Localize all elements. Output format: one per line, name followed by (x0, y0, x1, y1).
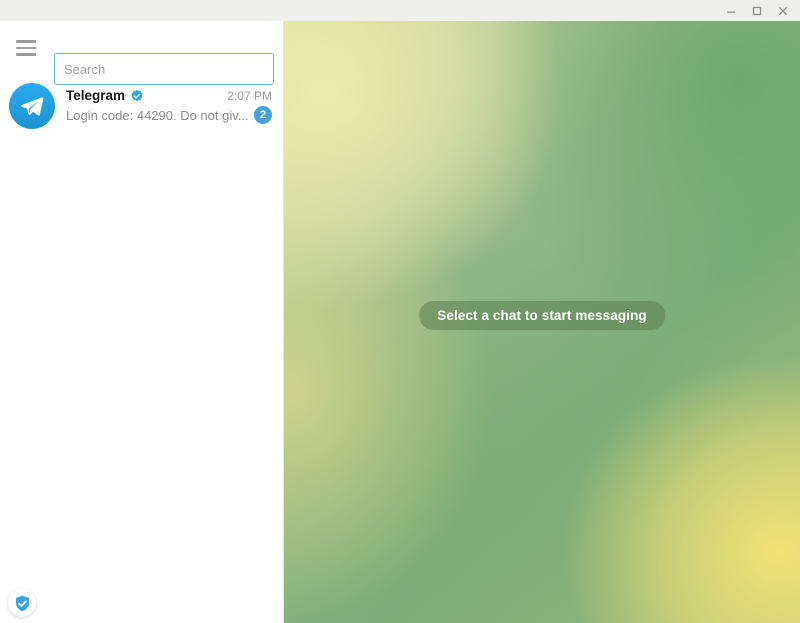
chat-name: Telegram (66, 88, 126, 103)
chat-pane: Select a chat to start messaging (284, 21, 800, 623)
hamburger-icon[interactable] (6, 28, 46, 68)
chat-timestamp: 2:07 PM (227, 88, 272, 103)
telegram-paper-plane-icon (19, 93, 45, 119)
telegram-window: Telegram (0, 0, 800, 623)
close-button[interactable] (770, 1, 796, 20)
chat-item-content: Telegram 2:07 PM Login code: 44290. Do n… (66, 88, 272, 124)
maximize-button[interactable] (744, 1, 770, 20)
chat-preview-text: Login code: 44290. Do not giv... (66, 107, 248, 123)
chat-item-header-row: Telegram 2:07 PM (66, 88, 272, 103)
minimize-icon (725, 5, 737, 17)
empty-state-message: Select a chat to start messaging (419, 301, 665, 330)
chat-item-preview-row: Login code: 44290. Do not giv... 2 (66, 106, 272, 124)
chat-list-item-telegram[interactable]: Telegram 2:07 PM Login code: 44290. Do n… (0, 75, 283, 137)
connection-status-button[interactable] (8, 589, 36, 617)
close-icon (777, 5, 789, 17)
app-body: Telegram 2:07 PM Login code: 44290. Do n… (0, 21, 800, 623)
title-bar[interactable]: Telegram (0, 0, 800, 21)
maximize-icon (751, 5, 763, 17)
minimize-button[interactable] (718, 1, 744, 20)
shield-check-icon (13, 594, 32, 613)
avatar (9, 83, 55, 129)
unread-count-badge: 2 (254, 106, 272, 124)
chat-list[interactable]: Telegram 2:07 PM Login code: 44290. Do n… (0, 75, 283, 623)
verified-badge-icon (130, 89, 144, 103)
sidebar: Telegram 2:07 PM Login code: 44290. Do n… (0, 21, 284, 623)
